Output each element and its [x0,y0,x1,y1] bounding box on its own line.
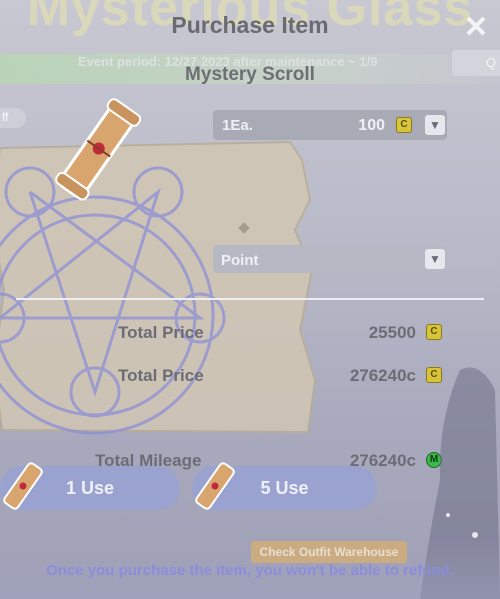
quantity-unit-label: 1Ea. [222,117,253,134]
scroll-icon [3,462,43,510]
currency-select-label: Point [221,252,259,269]
left-side-pill[interactable]: ff [0,108,26,128]
coin-icon: C [396,117,412,133]
total-price-label: Total Price [118,366,204,385]
item-name: Mystery Scroll [185,64,315,85]
caret-down-icon[interactable]: ▼ [425,115,445,135]
page-title: Purchase Item [171,12,329,38]
left-side-pill-label: ff [2,110,9,124]
divider [16,298,484,300]
refund-notice: Once you purchase the item, you won't be… [46,562,454,579]
unit-price: 100 [358,117,385,134]
close-button[interactable]: ✕ [460,12,492,44]
mystery-scroll-icon [55,98,142,201]
caret-down-icon[interactable]: ▼ [425,249,445,269]
total-price-label: Total Price [118,323,204,342]
total-price-value: 25500 [368,323,416,342]
quantity-select[interactable]: 1Ea. 100 C ▼ [213,110,447,140]
total-price-value: 276240c [349,366,416,385]
check-outfit-warehouse-button[interactable]: Check Outfit Warehouse [251,541,407,563]
currency-select[interactable]: Point ▼ [213,245,447,273]
parchment-map [0,140,317,435]
scroll-icon [195,462,235,510]
